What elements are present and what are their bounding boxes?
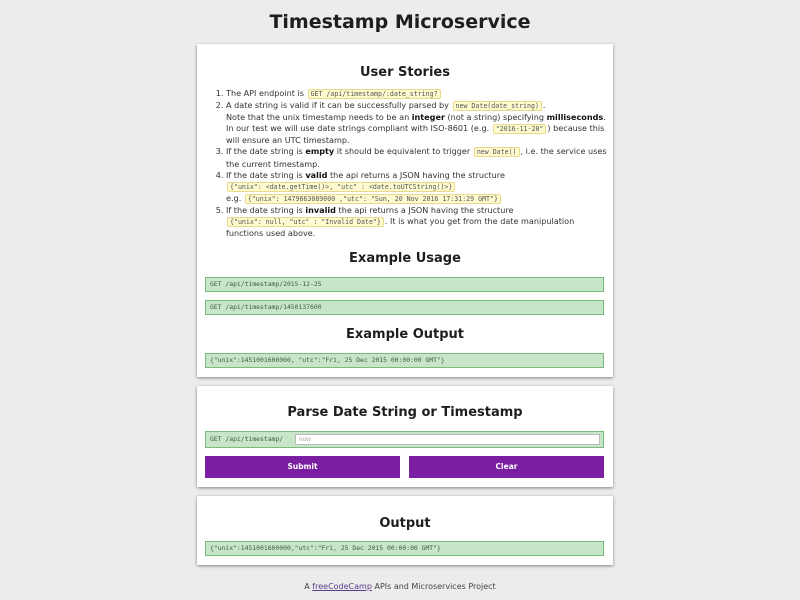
inline-code: {"unix": 1479663089000 ,"utc": "Sun, 20 … — [244, 193, 501, 204]
inline-code: {"unix": null, "utc" : "Invalid Date"} — [227, 217, 384, 228]
date-string-input[interactable] — [295, 434, 600, 445]
output-line: {"unix":1451001600000,"utc":"Fri, 25 Dec… — [205, 541, 604, 556]
user-stories-heading: User Stories — [360, 65, 450, 80]
page-title: Timestamp Microservice — [269, 11, 531, 33]
output-heading: Output — [379, 516, 431, 531]
list-item: If the date string is empty it should be… — [226, 146, 607, 169]
inline-code: GET /api/timestamp/:date_string? — [307, 89, 441, 99]
parse-form-card: Parse Date String or Timestamp GET /api/… — [197, 386, 613, 487]
example-output-heading: Example Output — [346, 327, 464, 342]
output-card: Output {"unix":1451001600000,"utc":"Fri,… — [197, 496, 613, 565]
endpoint-prefix: GET /api/timestamp/ — [210, 435, 284, 443]
clear-button[interactable]: Clear — [409, 456, 604, 478]
timestamp-form-row: GET /api/timestamp/ — [205, 431, 604, 448]
footer: A freeCodeCamp APIs and Microservices Pr… — [304, 582, 496, 591]
inline-code: {"unix": <date.getTime()>, "utc" : <date… — [227, 181, 456, 192]
list-item: If the date string is invalid the api re… — [226, 205, 607, 239]
example-usage-line: GET /api/timestamp/1450137600 — [205, 300, 604, 315]
inline-code: new Date(date_string) — [452, 101, 542, 112]
inline-code: "2016-11-20" — [492, 124, 547, 135]
submit-button[interactable]: Submit — [205, 456, 400, 478]
user-stories-list: The API endpoint is GET /api/timestamp/:… — [207, 88, 607, 239]
list-item: If the date string is valid the api retu… — [226, 170, 607, 205]
example-usage-heading: Example Usage — [349, 251, 461, 266]
freecodecamp-link[interactable]: freeCodeCamp — [312, 582, 372, 591]
info-card: User Stories The API endpoint is GET /ap… — [197, 44, 613, 377]
example-output-line: {"unix":1451001600000, "utc":"Fri, 25 De… — [205, 353, 604, 368]
parse-form-heading: Parse Date String or Timestamp — [287, 405, 523, 420]
inline-code: new Date() — [473, 147, 520, 158]
list-item: A date string is valid if it can be succ… — [226, 100, 607, 146]
list-item: The API endpoint is GET /api/timestamp/:… — [226, 88, 607, 100]
example-usage-line: GET /api/timestamp/2015-12-25 — [205, 277, 604, 292]
